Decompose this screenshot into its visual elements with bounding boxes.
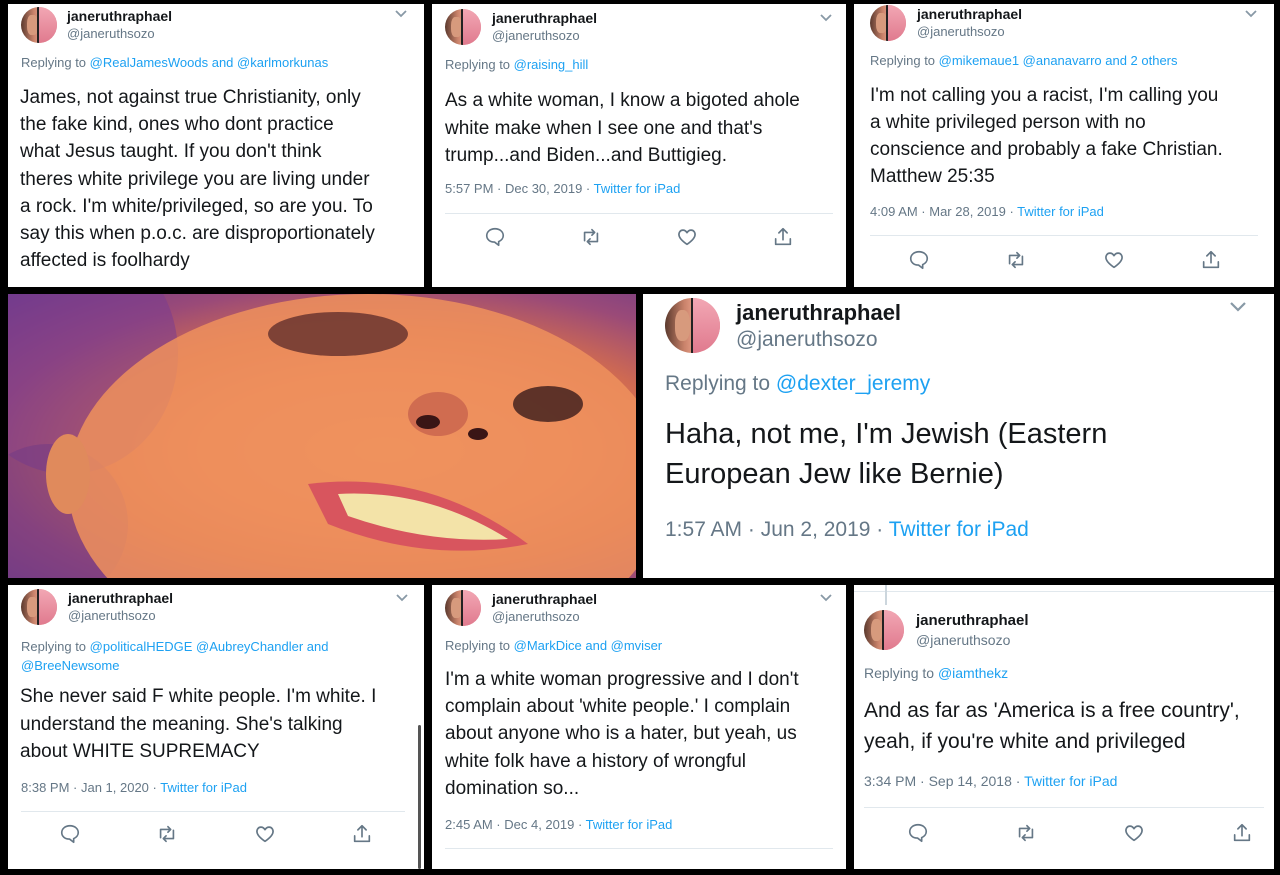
divider	[870, 235, 1258, 236]
reply-mention-link[interactable]: @RealJamesWoods and @karlmorkunas	[90, 55, 329, 70]
user-handle[interactable]: @janeruthsozo	[916, 632, 1010, 648]
retweet-icon[interactable]	[1015, 822, 1037, 844]
avatar[interactable]	[864, 610, 904, 650]
like-icon[interactable]	[676, 226, 698, 248]
user-handle[interactable]: @janeruthsozo	[917, 24, 1005, 39]
user-handle[interactable]: @janeruthsozo	[67, 26, 155, 41]
previous-tweet-actions-remnant	[854, 585, 1274, 592]
tweet-card-4: janeruthraphael @janeruthsozo Replying t…	[643, 294, 1274, 578]
tweet-timestamp: 5:57 PM · Dec 30, 2019 · Twitter for iPa…	[445, 181, 681, 196]
reply-mention-link[interactable]: @dexter_jeremy	[776, 372, 930, 395]
user-handle[interactable]: @janeruthsozo	[736, 328, 878, 352]
reply-mention-link[interactable]: @MarkDice and @mviser	[514, 638, 662, 653]
chevron-down-icon[interactable]	[819, 590, 833, 608]
reply-icon[interactable]	[908, 249, 930, 271]
avatar[interactable]	[870, 5, 906, 41]
reply-mention-link[interactable]: @raising_hill	[514, 57, 589, 72]
replying-to: Replying to @MarkDice and @mviser	[445, 638, 663, 653]
tweet-actions	[907, 822, 1253, 844]
tweet-timestamp: 1:57 AM · Jun 2, 2019 · Twitter for iPad	[665, 518, 1029, 541]
share-icon[interactable]	[1231, 822, 1253, 844]
replying-to: Replying to @politicalHEDGE @AubreyChand…	[21, 639, 329, 673]
tweet-actions	[908, 249, 1222, 271]
avatar[interactable]	[445, 590, 481, 626]
user-handle[interactable]: @janeruthsozo	[68, 608, 156, 623]
tweet-source-link[interactable]: Twitter for iPad	[1017, 204, 1104, 219]
like-icon[interactable]	[254, 823, 276, 845]
tweet-card-6: janeruthraphael @janeruthsozo Replying t…	[432, 585, 846, 869]
tweet-text: And as far as 'America is a free country…	[864, 699, 1240, 753]
share-icon[interactable]	[772, 226, 794, 248]
retweet-icon[interactable]	[1005, 249, 1027, 271]
display-name[interactable]: janeruthraphael	[68, 590, 173, 606]
replying-to: Replying to @raising_hill	[445, 57, 589, 72]
reply-mention-link[interactable]: @mikemaue1 @ananavarro and 2 others	[939, 53, 1178, 68]
user-handle[interactable]: @janeruthsozo	[492, 28, 580, 43]
divider	[864, 807, 1264, 808]
face-illustration	[8, 294, 636, 578]
chevron-down-icon[interactable]	[395, 590, 409, 608]
scrollbar[interactable]	[418, 725, 421, 869]
divider	[445, 213, 833, 214]
replying-to: Replying to @dexter_jeremy	[665, 372, 931, 395]
tweet-text: James, not against true Christianity, on…	[20, 87, 375, 272]
tweet-source-link[interactable]: Twitter for iPad	[594, 181, 681, 196]
face-closeup-photo	[8, 294, 636, 578]
tweet-card-5: janeruthraphael @janeruthsozo Replying t…	[8, 585, 424, 869]
tweet-source-link[interactable]: Twitter for iPad	[586, 817, 673, 832]
display-name[interactable]: janeruthraphael	[736, 300, 901, 326]
reply-icon[interactable]	[59, 823, 81, 845]
avatar[interactable]	[665, 298, 720, 353]
tweet-text: She never said F white people. I'm white…	[20, 686, 377, 762]
tweet-source-link[interactable]: Twitter for iPad	[889, 518, 1029, 541]
chevron-down-icon[interactable]	[1244, 6, 1258, 24]
chevron-down-icon[interactable]	[1228, 300, 1248, 319]
display-name[interactable]: janeruthraphael	[67, 8, 172, 24]
display-name[interactable]: janeruthraphael	[492, 10, 597, 26]
avatar[interactable]	[21, 7, 57, 43]
replying-to: Replying to @RealJamesWoods and @karlmor…	[21, 55, 329, 70]
tweet-card-1: janeruthraphael @janeruthsozo Replying t…	[8, 4, 424, 287]
reply-icon[interactable]	[484, 226, 506, 248]
tweet-text: I'm a white woman progressive and I don'…	[445, 669, 799, 799]
like-icon[interactable]	[1123, 822, 1145, 844]
share-icon[interactable]	[351, 823, 373, 845]
tweet-text: Haha, not me, I'm Jewish (Eastern Europe…	[665, 418, 1108, 490]
replying-to: Replying to @iamthekz	[864, 665, 1009, 681]
tweet-card-7: janeruthraphael @janeruthsozo Replying t…	[854, 585, 1274, 869]
divider	[21, 811, 405, 812]
thread-line	[885, 585, 887, 605]
retweet-icon[interactable]	[156, 823, 178, 845]
share-icon[interactable]	[1200, 249, 1222, 271]
tweet-card-2: janeruthraphael @janeruthsozo Replying t…	[432, 4, 846, 287]
tweet-source-link[interactable]: Twitter for iPad	[160, 780, 247, 795]
display-name[interactable]: janeruthraphael	[492, 591, 597, 607]
tweet-actions	[484, 226, 794, 248]
tweet-timestamp: 4:09 AM · Mar 28, 2019 · Twitter for iPa…	[870, 204, 1104, 219]
avatar[interactable]	[21, 589, 57, 625]
divider	[445, 848, 833, 849]
chevron-down-icon[interactable]	[819, 10, 833, 28]
tweet-timestamp: 2:45 AM · Dec 4, 2019 · Twitter for iPad	[445, 817, 673, 832]
tweet-actions	[59, 823, 373, 845]
display-name[interactable]: janeruthraphael	[916, 612, 1029, 629]
avatar[interactable]	[445, 9, 481, 45]
replying-to: Replying to @mikemaue1 @ananavarro and 2…	[870, 53, 1178, 68]
tweet-text: I'm not calling you a racist, I'm callin…	[870, 85, 1223, 187]
tweet-timestamp: 8:38 PM · Jan 1, 2020 · Twitter for iPad	[21, 780, 247, 795]
reply-mention-link[interactable]: @iamthekz	[938, 665, 1008, 681]
retweet-icon[interactable]	[580, 226, 602, 248]
user-handle[interactable]: @janeruthsozo	[492, 609, 580, 624]
tweet-source-link[interactable]: Twitter for iPad	[1024, 773, 1117, 789]
like-icon[interactable]	[1103, 249, 1125, 271]
display-name[interactable]: janeruthraphael	[917, 6, 1022, 22]
tweet-card-3: janeruthraphael @janeruthsozo Replying t…	[854, 4, 1274, 287]
chevron-down-icon[interactable]	[394, 6, 408, 24]
tweet-text: As a white woman, I know a bigoted ahole…	[445, 90, 800, 166]
tweet-timestamp: 3:34 PM · Sep 14, 2018 · Twitter for iPa…	[864, 773, 1118, 789]
reply-icon[interactable]	[907, 822, 929, 844]
